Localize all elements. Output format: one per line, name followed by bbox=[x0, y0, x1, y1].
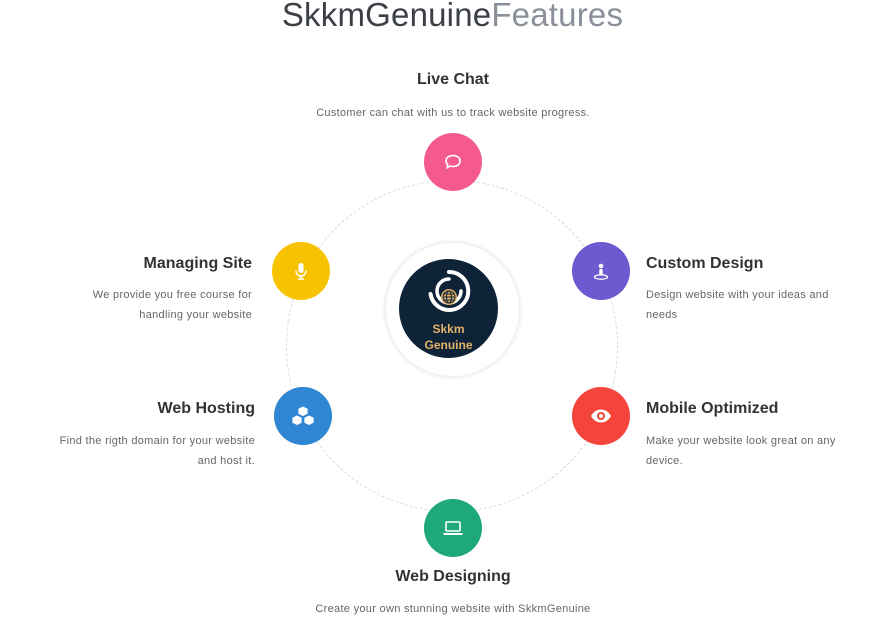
page-title: SkkmGenuineFeatures bbox=[0, 0, 889, 34]
mobile-optimized-description-line1: Make your website look great on any bbox=[646, 435, 836, 447]
person-pin-icon bbox=[593, 263, 609, 280]
live-chat-title: Live Chat bbox=[416, 71, 489, 88]
mobile-optimized-title: Mobile Optimized bbox=[646, 400, 779, 417]
managing-site-title: Managing Site bbox=[143, 255, 252, 272]
web-hosting-description-line2: and host it. bbox=[197, 455, 255, 467]
custom-design-description-line2: needs bbox=[646, 309, 678, 321]
mobile-optimized-description-line2: device. bbox=[646, 455, 683, 467]
live-chat-node[interactable] bbox=[424, 133, 482, 191]
title-brand: SkkmGenuine bbox=[281, 0, 492, 33]
mobile-optimized-description: Make your website look great on any devi… bbox=[646, 431, 876, 471]
cubes-icon bbox=[291, 405, 315, 426]
managing-site-description: We provide you free course for handling … bbox=[2, 285, 252, 325]
chat-bubble-icon bbox=[445, 154, 461, 169]
logo-text-line1: Skkm bbox=[432, 322, 465, 336]
globe-logo-icon bbox=[428, 269, 471, 312]
custom-design-node[interactable] bbox=[572, 242, 630, 300]
microphone-icon bbox=[295, 263, 307, 280]
web-designing-node[interactable] bbox=[424, 499, 482, 557]
managing-site-description-line2: handling your website bbox=[139, 309, 252, 321]
logo-text-line2: Genuine bbox=[424, 338, 473, 352]
web-designing-title: Web Designing bbox=[395, 568, 511, 585]
managing-site-description-line1: We provide you free course for bbox=[92, 289, 252, 301]
web-designing-description: Create your own stunning website with Sk… bbox=[315, 603, 591, 615]
web-hosting-node[interactable] bbox=[274, 387, 332, 445]
title-suffix: Features bbox=[491, 0, 624, 33]
laptop-icon bbox=[443, 521, 463, 535]
web-hosting-description-line1: Find the rigth domain for your website bbox=[59, 435, 255, 447]
custom-design-description-line1: Design website with your ideas and bbox=[646, 289, 829, 301]
live-chat-description: Customer can chat with us to track websi… bbox=[316, 107, 590, 119]
mobile-optimized-node[interactable] bbox=[572, 387, 630, 445]
web-hosting-title: Web Hosting bbox=[157, 400, 255, 417]
custom-design-description: Design website with your ideas and needs bbox=[646, 285, 876, 325]
web-hosting-description: Find the rigth domain for your website a… bbox=[5, 431, 255, 471]
eye-icon bbox=[591, 409, 611, 423]
managing-site-node[interactable] bbox=[272, 242, 330, 300]
custom-design-title: Custom Design bbox=[646, 255, 764, 272]
